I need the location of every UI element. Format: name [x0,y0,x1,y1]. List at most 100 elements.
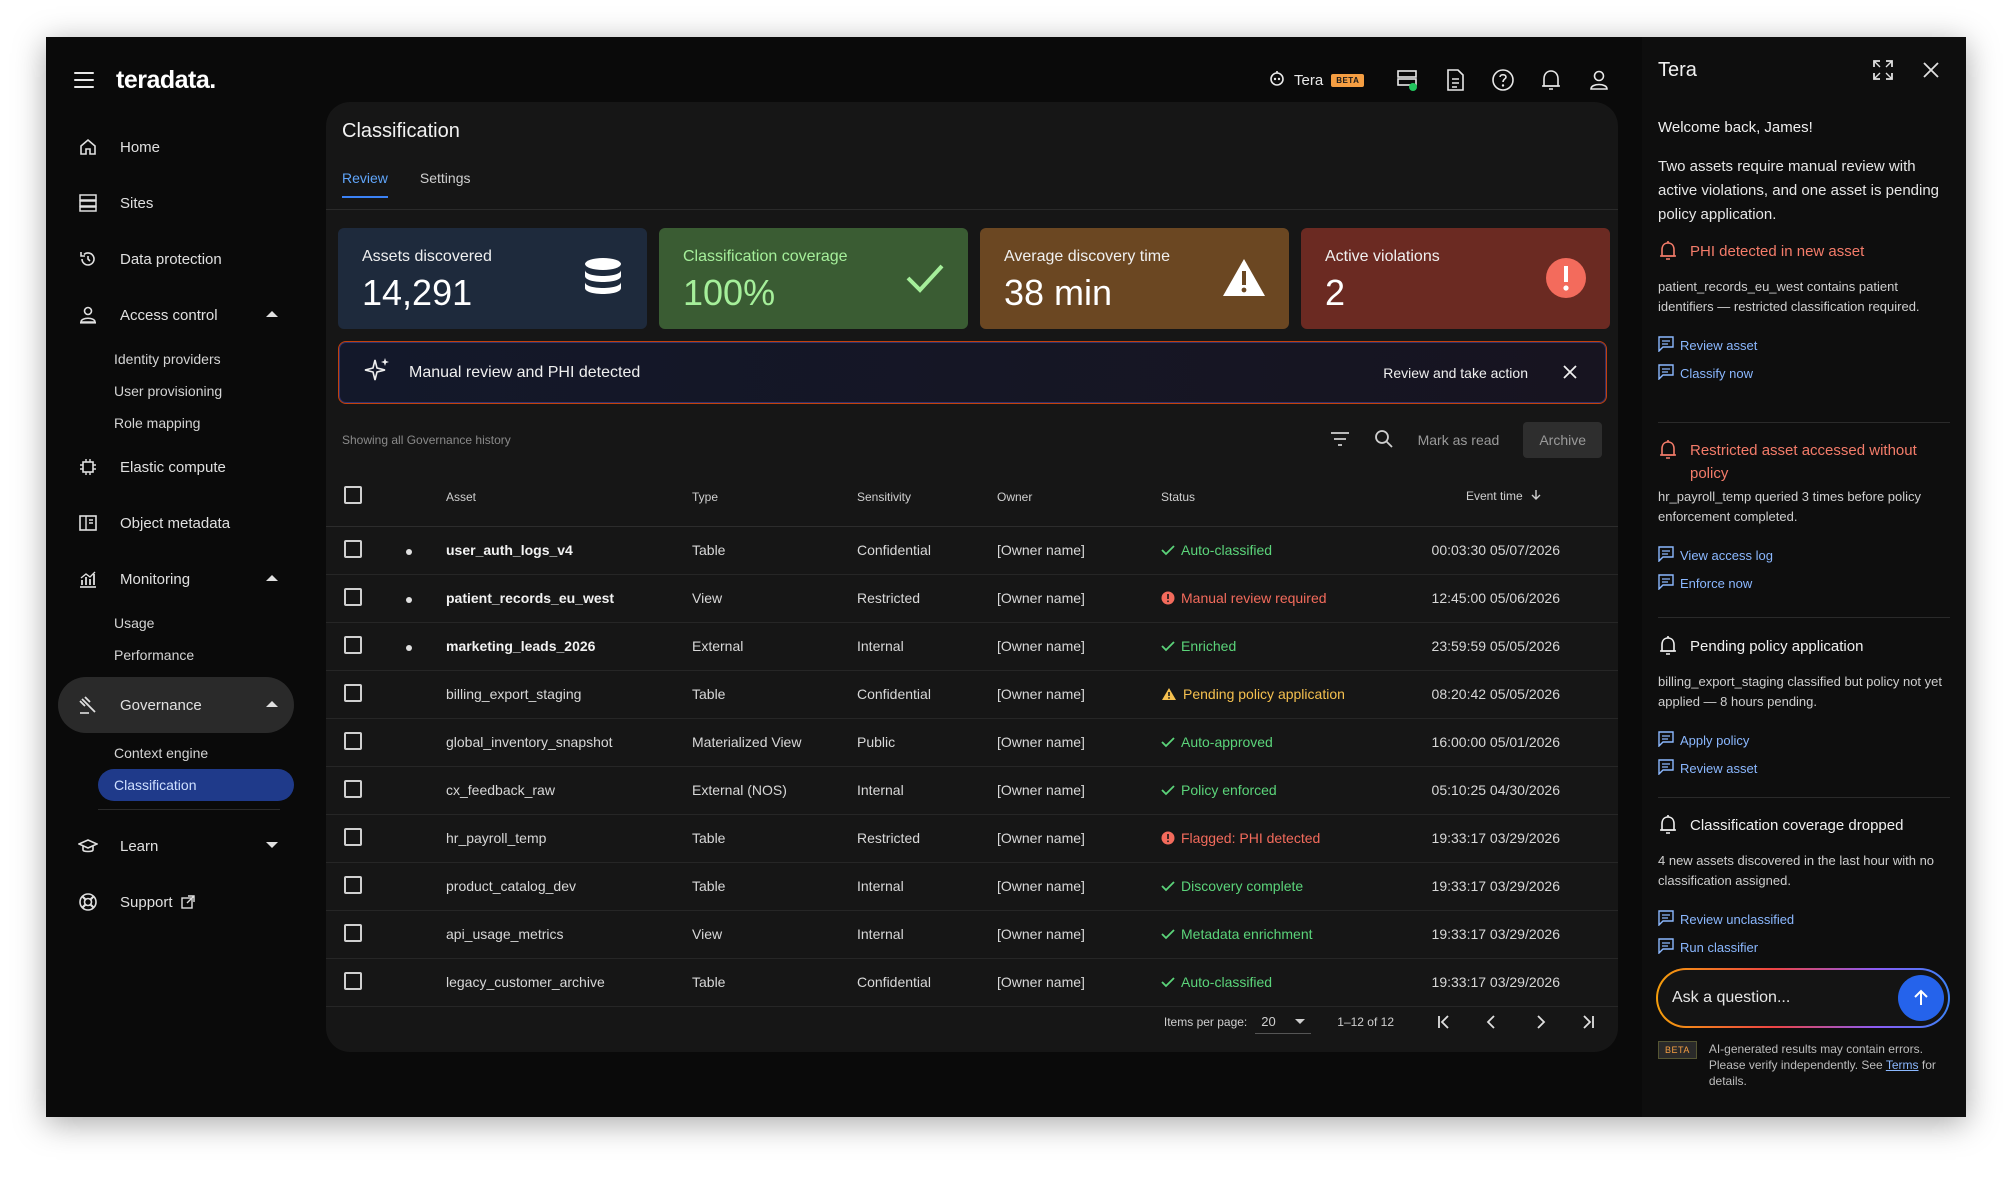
sidebar-item-role-mapping[interactable]: Role mapping [58,407,294,439]
server-status-icon[interactable] [1394,67,1420,93]
row-checkbox[interactable] [344,731,362,750]
view-access-log-link[interactable]: View access log [1658,541,1950,569]
ask-question-input[interactable]: Ask a question... [1656,968,1950,1028]
asset-name[interactable]: legacy_customer_archive [446,958,692,1007]
send-button[interactable] [1898,975,1944,1021]
column-header-sensitivity[interactable]: Sensitivity [857,468,997,527]
event-time: 08:20:42 05/05/2026 [1391,670,1618,719]
comment-icon [1658,730,1674,750]
table-row[interactable]: billing_export_staging Table Confidential[… [326,670,1618,719]
search-icon[interactable] [1374,429,1394,452]
sidebar-item-context-engine[interactable]: Context engine [58,737,294,769]
apply-policy-link[interactable]: Apply policy [1658,726,1950,754]
status-text: Auto-approved [1181,734,1273,750]
column-header-type[interactable]: Type [692,468,857,527]
tab-settings[interactable]: Settings [420,170,471,198]
sidebar-item-elastic-compute[interactable]: Elastic compute [58,439,294,495]
sidebar-item-identity-providers[interactable]: Identity providers [58,343,294,375]
asset-name[interactable]: global_inventory_snapshot [446,718,692,767]
run-classifier-link[interactable]: Run classifier [1658,933,1950,961]
chevron-up-icon[interactable] [266,311,278,317]
help-icon[interactable] [1490,67,1516,93]
table-row[interactable]: product_catalog_dev Table Internal [Owner n… [326,862,1618,911]
chevron-down-icon[interactable] [266,842,278,848]
table-row[interactable]: api_usage_metrics View Internal [Owner name… [326,910,1618,959]
row-checkbox[interactable] [344,827,362,846]
asset-name[interactable]: user_auth_logs_v4 [446,526,692,575]
column-header-asset[interactable]: Asset [446,468,692,527]
review-asset-link[interactable]: Review asset [1658,754,1950,782]
asset-name[interactable]: api_usage_metrics [446,910,692,959]
first-page-icon[interactable] [1434,1012,1454,1032]
review-asset-link[interactable]: Review asset [1658,331,1950,359]
lifebuoy-icon [76,890,100,914]
filter-icon[interactable] [1330,431,1350,450]
table-row[interactable]: legacy_customer_archive Table Confidential… [326,958,1618,1007]
previous-page-icon[interactable] [1482,1012,1502,1032]
row-checkbox[interactable] [344,539,362,558]
mark-as-read-button[interactable]: Mark as read [1418,432,1500,448]
row-checkbox[interactable] [344,971,362,990]
sidebar-item-performance[interactable]: Performance [58,639,294,671]
row-checkbox[interactable] [344,635,362,654]
archive-button[interactable]: Archive [1523,422,1602,458]
sidebar-item-usage[interactable]: Usage [58,607,294,639]
classify-now-link[interactable]: Classify now [1658,359,1950,387]
tab-review[interactable]: Review [342,170,388,198]
sidebar-item-governance[interactable]: Governance [58,677,294,733]
row-checkbox[interactable] [344,923,362,942]
terms-link[interactable]: Terms [1886,1058,1919,1072]
asset-name[interactable]: billing_export_staging [446,670,692,719]
sidebar-item-support[interactable]: Support [58,874,294,930]
expand-icon[interactable] [1872,59,1894,86]
table-row[interactable]: patient_records_eu_west View Restricted [Ow… [326,574,1618,623]
bell-icon[interactable] [1538,67,1564,93]
table-row[interactable]: marketing_leads_2026 External Internal [Own… [326,622,1618,671]
last-page-icon[interactable] [1578,1012,1598,1032]
chevron-up-icon[interactable] [266,575,278,581]
external-link-icon [180,895,195,909]
row-checkbox[interactable] [344,587,362,606]
next-page-icon[interactable] [1530,1012,1550,1032]
table-row[interactable]: cx_feedback_raw External (NOS) Internal [Ow… [326,766,1618,815]
sidebar-item-data-protection[interactable]: Data protection [58,231,294,287]
asset-name[interactable]: hr_payroll_temp [446,814,692,863]
menu-icon[interactable] [74,72,94,88]
select-all-checkbox[interactable] [344,486,362,505]
sidebar-item-object-metadata[interactable]: Object metadata [58,495,294,551]
row-checkbox[interactable] [344,779,362,798]
review-unclassified-link[interactable]: Review unclassified [1658,905,1950,933]
items-per-page-select[interactable]: 20 [1255,1010,1312,1034]
disclaimer: BETA AI-generated results may contain er… [1658,1041,1949,1089]
table-row[interactable]: global_inventory_snapshot Materialized Vi… [326,718,1618,767]
asset-name[interactable]: patient_records_eu_west [446,574,692,623]
asset-name[interactable]: product_catalog_dev [446,862,692,911]
sidebar-item-access-control[interactable]: Access control [58,287,294,343]
column-header-event-time[interactable]: Event time [1391,468,1618,527]
column-header-owner[interactable]: Owner [997,468,1161,527]
table-row[interactable]: user_auth_logs_v4 Table Confidential [Owner… [326,526,1618,575]
sidebar-item-user-provisioning[interactable]: User provisioning [58,375,294,407]
column-header-status[interactable]: Status [1161,468,1391,527]
sidebar-item-classification[interactable]: Classification [98,769,294,801]
close-icon[interactable] [1562,364,1578,385]
row-checkbox[interactable] [344,683,362,702]
asset-name[interactable]: cx_feedback_raw [446,766,692,815]
sidebar-item-learn[interactable]: Learn [58,818,294,874]
review-action-button[interactable]: Review and take action [1383,365,1528,381]
sidebar-item-sites[interactable]: Sites [58,175,294,231]
asset-name[interactable]: marketing_leads_2026 [446,622,692,671]
database-icon [581,256,625,305]
user-icon[interactable] [1586,67,1612,93]
tera-button[interactable]: Tera BETA [1268,69,1365,91]
event-time: 16:00:00 05/01/2026 [1391,718,1618,767]
close-icon[interactable] [1922,61,1940,84]
row-checkbox[interactable] [344,875,362,894]
document-icon[interactable] [1442,67,1468,93]
sidebar-item-monitoring[interactable]: Monitoring [58,551,294,607]
table-row[interactable]: hr_payroll_temp Table Restricted [Owner nam… [326,814,1618,863]
sidebar-item-home[interactable]: Home [58,119,294,175]
chevron-up-icon[interactable] [266,701,278,707]
enforce-now-link[interactable]: Enforce now [1658,569,1950,597]
link-label: Apply policy [1680,732,1750,748]
